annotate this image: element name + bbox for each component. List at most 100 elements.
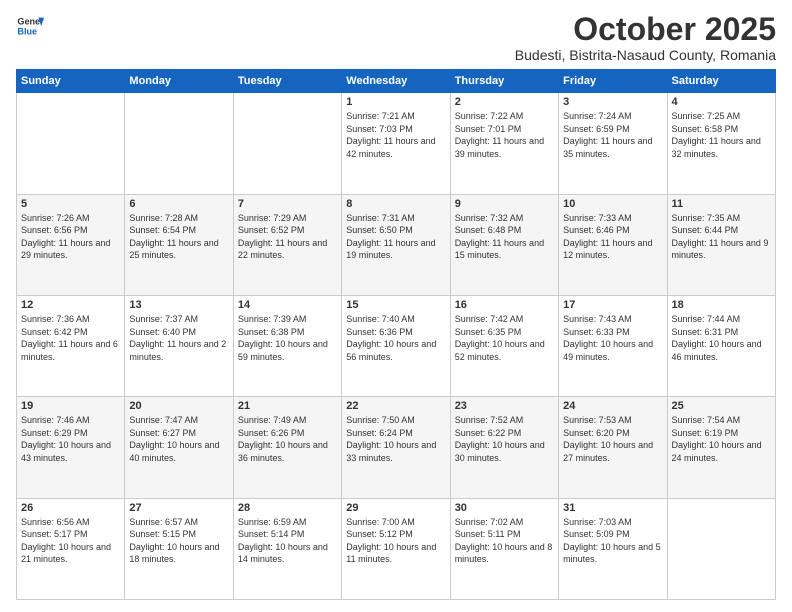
day-number-4-1: 27 [129,502,228,514]
day-info-2-4: Sunrise: 7:42 AM Sunset: 6:35 PM Dayligh… [455,313,554,363]
day-info-1-4: Sunrise: 7:32 AM Sunset: 6:48 PM Dayligh… [455,212,554,262]
day-info-4-0: Sunrise: 6:56 AM Sunset: 5:17 PM Dayligh… [21,516,120,566]
cell-0-0 [17,93,125,194]
day-number-4-4: 30 [455,502,554,514]
calendar-header-row: Sunday Monday Tuesday Wednesday Thursday… [17,70,776,93]
day-number-2-4: 16 [455,299,554,311]
cell-0-4: 2 Sunrise: 7:22 AM Sunset: 7:01 PM Daylig… [450,93,558,194]
cell-3-2: 21 Sunrise: 7:49 AM Sunset: 6:26 PM Dayli… [233,397,341,498]
location-title: Budesti, Bistrita-Nasaud County, Romania [515,47,776,63]
day-info-2-3: Sunrise: 7:40 AM Sunset: 6:36 PM Dayligh… [346,313,445,363]
col-tuesday: Tuesday [233,70,341,93]
day-info-3-6: Sunrise: 7:54 AM Sunset: 6:19 PM Dayligh… [672,414,771,464]
cell-0-5: 3 Sunrise: 7:24 AM Sunset: 6:59 PM Daylig… [559,93,667,194]
day-number-0-4: 2 [455,96,554,108]
cell-1-1: 6Sunrise: 7:28 AM Sunset: 6:54 PM Daylig… [125,194,233,295]
day-number-3-3: 22 [346,400,445,412]
cell-4-5: 31 Sunrise: 7:03 AM Sunset: 5:09 PM Dayli… [559,498,667,599]
day-info-3-0: Sunrise: 7:46 AM Sunset: 6:29 PM Dayligh… [21,414,120,464]
day-number-4-3: 29 [346,502,445,514]
cell-3-6: 25Sunrise: 7:54 AM Sunset: 6:19 PM Dayli… [667,397,775,498]
cell-4-4: 30 Sunrise: 7:02 AM Sunset: 5:11 PM Dayli… [450,498,558,599]
day-number-4-5: 31 [563,502,662,514]
cell-4-1: 27 Sunrise: 6:57 AM Sunset: 5:15 PM Dayli… [125,498,233,599]
col-thursday: Thursday [450,70,558,93]
cell-2-0: 12Sunrise: 7:36 AM Sunset: 6:42 PM Dayli… [17,295,125,396]
cell-4-3: 29 Sunrise: 7:00 AM Sunset: 5:12 PM Dayli… [342,498,450,599]
cell-3-0: 19 Sunrise: 7:46 AM Sunset: 6:29 PM Dayli… [17,397,125,498]
cell-0-1 [125,93,233,194]
logo: General Blue [16,12,44,40]
day-number-0-3: 1 [346,96,445,108]
month-title: October 2025 [515,12,776,47]
day-info-1-6: Sunrise: 7:35 AM Sunset: 6:44 PM Dayligh… [672,212,771,262]
week-row-0: 1Sunrise: 7:21 AM Sunset: 7:03 PM Daylig… [17,93,776,194]
col-wednesday: Wednesday [342,70,450,93]
cell-2-1: 13Sunrise: 7:37 AM Sunset: 6:40 PM Dayli… [125,295,233,396]
cell-3-1: 20 Sunrise: 7:47 AM Sunset: 6:27 PM Dayli… [125,397,233,498]
day-number-3-2: 21 [238,400,337,412]
cell-2-6: 18 Sunrise: 7:44 AM Sunset: 6:31 PM Dayli… [667,295,775,396]
cell-3-5: 24Sunrise: 7:53 AM Sunset: 6:20 PM Dayli… [559,397,667,498]
day-info-1-1: Sunrise: 7:28 AM Sunset: 6:54 PM Dayligh… [129,212,228,262]
cell-1-6: 11 Sunrise: 7:35 AM Sunset: 6:44 PM Dayli… [667,194,775,295]
day-info-3-3: Sunrise: 7:50 AM Sunset: 6:24 PM Dayligh… [346,414,445,464]
day-info-4-3: Sunrise: 7:00 AM Sunset: 5:12 PM Dayligh… [346,516,445,566]
cell-2-2: 14 Sunrise: 7:39 AM Sunset: 6:38 PM Dayli… [233,295,341,396]
day-number-1-2: 7 [238,198,337,210]
day-number-3-4: 23 [455,400,554,412]
cell-3-3: 22 Sunrise: 7:50 AM Sunset: 6:24 PM Dayli… [342,397,450,498]
day-info-0-4: Sunrise: 7:22 AM Sunset: 7:01 PM Dayligh… [455,110,554,160]
day-number-1-6: 11 [672,198,771,210]
day-number-3-5: 24 [563,400,662,412]
cell-0-3: 1Sunrise: 7:21 AM Sunset: 7:03 PM Daylig… [342,93,450,194]
logo-icon: General Blue [16,12,44,40]
day-info-3-2: Sunrise: 7:49 AM Sunset: 6:26 PM Dayligh… [238,414,337,464]
day-info-4-1: Sunrise: 6:57 AM Sunset: 5:15 PM Dayligh… [129,516,228,566]
cell-3-4: 23 Sunrise: 7:52 AM Sunset: 6:22 PM Dayli… [450,397,558,498]
day-number-4-0: 26 [21,502,120,514]
cell-2-5: 17Sunrise: 7:43 AM Sunset: 6:33 PM Dayli… [559,295,667,396]
day-number-2-2: 14 [238,299,337,311]
day-number-2-6: 18 [672,299,771,311]
day-info-1-5: Sunrise: 7:33 AM Sunset: 6:46 PM Dayligh… [563,212,662,262]
day-info-2-2: Sunrise: 7:39 AM Sunset: 6:38 PM Dayligh… [238,313,337,363]
day-info-2-6: Sunrise: 7:44 AM Sunset: 6:31 PM Dayligh… [672,313,771,363]
week-row-3: 19 Sunrise: 7:46 AM Sunset: 6:29 PM Dayli… [17,397,776,498]
cell-0-2 [233,93,341,194]
day-number-3-1: 20 [129,400,228,412]
col-friday: Friday [559,70,667,93]
cell-4-6 [667,498,775,599]
day-number-2-5: 17 [563,299,662,311]
day-number-1-4: 9 [455,198,554,210]
cell-1-5: 10 Sunrise: 7:33 AM Sunset: 6:46 PM Dayli… [559,194,667,295]
day-info-1-0: Sunrise: 7:26 AM Sunset: 6:56 PM Dayligh… [21,212,120,262]
cell-4-2: 28Sunrise: 6:59 AM Sunset: 5:14 PM Dayli… [233,498,341,599]
cell-1-2: 7Sunrise: 7:29 AM Sunset: 6:52 PM Daylig… [233,194,341,295]
svg-text:Blue: Blue [17,26,37,36]
cell-0-6: 4Sunrise: 7:25 AM Sunset: 6:58 PM Daylig… [667,93,775,194]
day-number-0-5: 3 [563,96,662,108]
day-info-3-4: Sunrise: 7:52 AM Sunset: 6:22 PM Dayligh… [455,414,554,464]
day-info-0-5: Sunrise: 7:24 AM Sunset: 6:59 PM Dayligh… [563,110,662,160]
week-row-2: 12Sunrise: 7:36 AM Sunset: 6:42 PM Dayli… [17,295,776,396]
cell-1-4: 9 Sunrise: 7:32 AM Sunset: 6:48 PM Daylig… [450,194,558,295]
day-number-2-1: 13 [129,299,228,311]
day-info-0-6: Sunrise: 7:25 AM Sunset: 6:58 PM Dayligh… [672,110,771,160]
day-info-3-1: Sunrise: 7:47 AM Sunset: 6:27 PM Dayligh… [129,414,228,464]
day-number-1-3: 8 [346,198,445,210]
cell-1-3: 8 Sunrise: 7:31 AM Sunset: 6:50 PM Daylig… [342,194,450,295]
calendar: Sunday Monday Tuesday Wednesday Thursday… [16,69,776,600]
day-info-1-3: Sunrise: 7:31 AM Sunset: 6:50 PM Dayligh… [346,212,445,262]
day-info-4-4: Sunrise: 7:02 AM Sunset: 5:11 PM Dayligh… [455,516,554,566]
header: General Blue October 2025 Budesti, Bistr… [16,12,776,63]
day-number-2-0: 12 [21,299,120,311]
day-number-2-3: 15 [346,299,445,311]
day-number-3-0: 19 [21,400,120,412]
day-info-4-5: Sunrise: 7:03 AM Sunset: 5:09 PM Dayligh… [563,516,662,566]
day-number-1-5: 10 [563,198,662,210]
cell-1-0: 5Sunrise: 7:26 AM Sunset: 6:56 PM Daylig… [17,194,125,295]
col-monday: Monday [125,70,233,93]
day-number-4-2: 28 [238,502,337,514]
week-row-1: 5Sunrise: 7:26 AM Sunset: 6:56 PM Daylig… [17,194,776,295]
